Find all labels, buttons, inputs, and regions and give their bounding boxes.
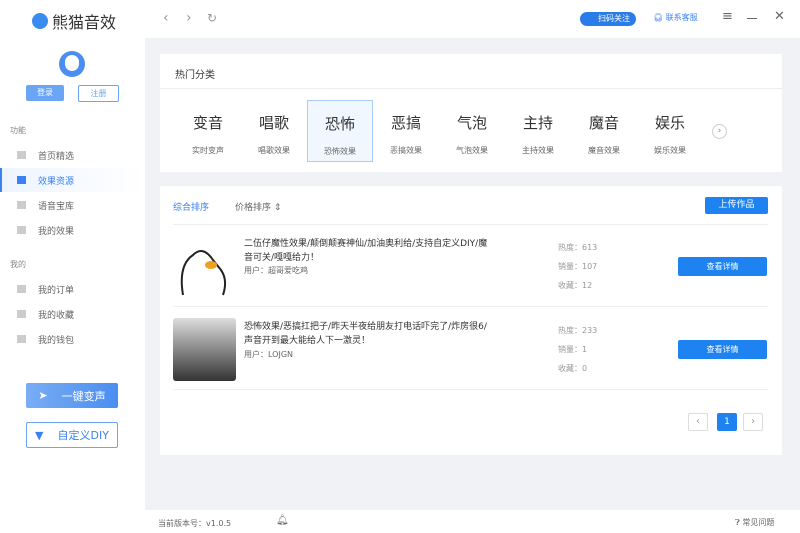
app-logo: 熊猫音效 xyxy=(32,9,116,33)
register-button[interactable]: 注册 xyxy=(78,85,119,102)
version-label: 当前版本号：v1.0.5 xyxy=(158,519,232,528)
page-1-button[interactable]: 1 xyxy=(717,413,737,431)
sidebar-item-label: 效果资源 xyxy=(38,176,75,187)
sidebar-item[interactable]: 效果资源 xyxy=(0,168,145,192)
category-tab[interactable]: 变音 实时变声 xyxy=(175,100,241,162)
sidebar-item-label: 首页精选 xyxy=(38,151,75,162)
favorite-stat: 收藏：12 xyxy=(558,281,593,290)
sidebar-item-label: 我的订单 xyxy=(38,285,75,296)
send-icon: ➤ xyxy=(38,389,48,402)
category-name: 主持 xyxy=(522,114,553,132)
view-details-button[interactable]: 查看详情 xyxy=(678,340,767,359)
collection-icon xyxy=(17,310,26,318)
menu-icon[interactable]: ≡ xyxy=(722,9,733,24)
category-sub: 主持效果 xyxy=(522,146,554,155)
category-name: 气泡 xyxy=(456,114,487,132)
sidebar-item[interactable]: 语音宝库 xyxy=(0,193,145,217)
category-sub: 娱乐效果 xyxy=(654,146,686,155)
wallet-icon xyxy=(17,335,26,343)
sort-icon: ⇕ xyxy=(273,203,282,213)
headset-icon: 🎧︎ xyxy=(653,13,664,22)
section-title: 热门分类 xyxy=(175,70,215,81)
category-tab[interactable]: 魔音 魔音效果 xyxy=(571,100,637,162)
bell-icon[interactable]: 🔔︎ xyxy=(276,515,289,526)
login-button[interactable]: 登录 xyxy=(26,85,64,101)
section-label: 我的 xyxy=(10,260,26,269)
monitor-icon xyxy=(17,151,26,159)
category-name: 恐怖 xyxy=(324,115,355,133)
category-tab[interactable]: 唱歌 唱歌效果 xyxy=(241,100,307,162)
next-page-button[interactable]: › xyxy=(743,413,763,431)
sidebar-item-label: 语音宝库 xyxy=(38,201,75,212)
contact-service-button[interactable]: 🎧︎ 联系客服 xyxy=(653,12,698,23)
category-sub: 魔音效果 xyxy=(588,146,620,155)
upload-button[interactable]: 上传作品 xyxy=(705,197,768,214)
app-title: 熊猫音效 xyxy=(52,13,117,32)
sidebar-item[interactable]: 首页精选 xyxy=(0,143,145,167)
bar-chart-icon xyxy=(17,201,26,209)
effect-user: 用户：LOJGN xyxy=(244,350,294,359)
heat-stat: 热度：233 xyxy=(558,326,598,335)
effect-user: 用户：超哥爱吃鸡 xyxy=(244,266,308,275)
category-tab[interactable]: 气泡 气泡效果 xyxy=(439,100,505,162)
gear-icon xyxy=(17,226,26,234)
heat-stat: 热度：613 xyxy=(558,243,598,252)
sidebar-item[interactable]: 我的订单 xyxy=(0,277,145,301)
category-tab[interactable]: 娱乐 娱乐效果 xyxy=(637,100,703,162)
minimize-button[interactable] xyxy=(747,18,757,19)
sidebar-item-label: 我的钱包 xyxy=(38,335,75,346)
effect-title: 二伍仔魔性效果/颠倒颠赛神仙/加油奥利给/支持自定义DIY/魔音可关/嘎嘎给力！ xyxy=(244,239,488,263)
scan-follow-button[interactable]: 扫码关注 xyxy=(580,12,636,26)
category-name: 变音 xyxy=(192,114,223,132)
refresh-button[interactable]: ↻ xyxy=(207,11,217,25)
sales-stat: 销量：1 xyxy=(558,345,588,354)
logo-icon xyxy=(32,13,48,29)
close-button[interactable]: ✕ xyxy=(774,9,785,24)
custom-diy-button[interactable]: ▼ 自定义DIY xyxy=(26,422,118,448)
avatar[interactable] xyxy=(59,51,85,77)
sort-default-tab[interactable]: 综合排序 xyxy=(173,200,209,213)
faq-link[interactable]: ❓︎ 常见问题 xyxy=(735,517,774,528)
sidebar-item-label: 我的效果 xyxy=(38,226,75,237)
effect-thumbnail[interactable] xyxy=(173,235,236,298)
category-tab[interactable]: 恶搞 恶搞效果 xyxy=(373,100,439,162)
category-name: 娱乐 xyxy=(654,114,685,132)
sidebar-item-label: 我的收藏 xyxy=(38,310,75,321)
sidebar-item[interactable]: 我的效果 xyxy=(0,218,145,242)
sidebar-item[interactable]: 我的收藏 xyxy=(0,302,145,326)
category-sub: 实时变声 xyxy=(192,146,224,155)
effect-thumbnail[interactable] xyxy=(173,318,236,381)
effect-title: 恐怖效果/恶搞扛把子/昨天半夜给朋友打电话吓完了/炸房很6/声音开到最大能给人下… xyxy=(244,322,487,346)
back-button[interactable]: ‹ xyxy=(163,10,169,26)
effect-list-item: 二伍仔魔性效果/颠倒颠赛神仙/加油奥利给/支持自定义DIY/魔音可关/嘎嘎给力！… xyxy=(173,225,768,307)
category-sub: 唱歌效果 xyxy=(258,146,290,155)
effect-list-item: 恐怖效果/恶搞扛把子/昨天半夜给朋友打电话吓完了/炸房很6/声音开到最大能给人下… xyxy=(173,308,768,390)
sales-stat: 销量：107 xyxy=(558,262,598,271)
prev-page-button[interactable]: ‹ xyxy=(688,413,708,431)
category-sub: 恐怖效果 xyxy=(324,147,356,156)
grid-icon xyxy=(17,176,26,184)
category-sub: 恶搞效果 xyxy=(390,146,422,155)
view-details-button[interactable]: 查看详情 xyxy=(678,257,767,276)
category-name: 唱歌 xyxy=(258,114,289,132)
voice-change-button[interactable]: ➤ 一键变声 xyxy=(26,383,118,408)
category-sub: 气泡效果 xyxy=(456,146,488,155)
favorite-stat: 收藏：0 xyxy=(558,364,588,373)
forward-button[interactable]: › xyxy=(186,10,192,26)
category-tab[interactable]: 主持 主持效果 xyxy=(505,100,571,162)
category-name: 恶搞 xyxy=(390,114,421,132)
category-tab[interactable]: 恐怖 恐怖效果 xyxy=(307,100,373,162)
sidebar-item[interactable]: 我的钱包 xyxy=(0,327,145,351)
document-icon xyxy=(17,285,26,293)
next-category-button[interactable]: › xyxy=(712,124,727,139)
help-icon: ❓︎ xyxy=(735,518,740,527)
section-label: 功能 xyxy=(10,126,26,135)
brush-icon: ▼ xyxy=(35,428,44,442)
sort-price-tab[interactable]: 价格排序 ⇕ xyxy=(235,200,281,213)
category-name: 魔音 xyxy=(588,114,619,132)
